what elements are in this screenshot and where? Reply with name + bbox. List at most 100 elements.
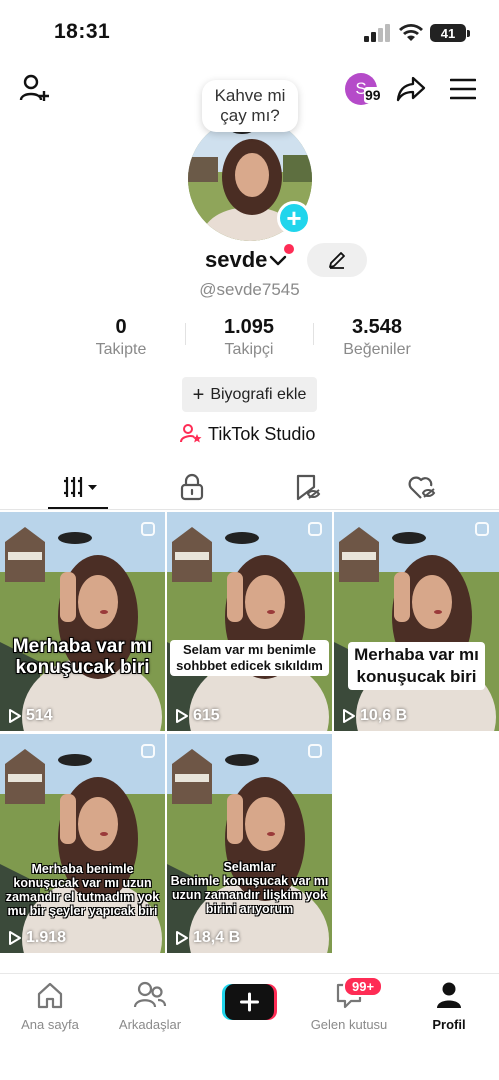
play-icon [343, 709, 355, 723]
note-bubble[interactable]: Kahve mi çay mı? [202, 80, 298, 132]
video-caption: Merhaba var mı konuşucak biri [0, 636, 165, 678]
tab-videos[interactable] [48, 470, 108, 504]
add-story-button[interactable]: + [277, 201, 311, 235]
nav-friends-label: Arkadaşlar [118, 1017, 182, 1032]
video-tile[interactable]: Merhaba var mı konuşucak biri 514 [0, 512, 165, 731]
tab-private[interactable] [162, 470, 222, 504]
menu-button[interactable] [448, 76, 478, 102]
nav-profile[interactable]: Profil [399, 980, 499, 1032]
view-count: 1.918 [8, 929, 66, 947]
video-thumbnail [0, 512, 165, 731]
add-bio-label: Biyografi ekle [210, 385, 307, 403]
add-friend-button[interactable] [18, 72, 52, 104]
nav-friends[interactable]: Arkadaşlar [100, 980, 200, 1032]
battery-cap [467, 30, 470, 37]
video-thumbnail [334, 512, 499, 731]
wifi-icon [399, 24, 423, 41]
view-count-value: 18,4 B [193, 929, 241, 946]
video-tile[interactable]: Selam var mı benimle sohbbet edicek sıkıl… [167, 512, 332, 731]
video-thumbnail [0, 734, 165, 953]
video-caption: Selam var mı benimle sohbbet edicek sıkıl… [167, 640, 332, 676]
followers-count: 1.095 [223, 316, 275, 338]
video-tile[interactable]: Selamlar Benimle konuşucak var mı uzun zam… [167, 734, 332, 953]
profile-icon [437, 982, 461, 1008]
tab-divider [0, 509, 499, 510]
caption-line: mu bir şeyler yapıcak biri [7, 904, 158, 918]
tiktok-studio-link[interactable]: TikTok Studio [180, 423, 315, 445]
hidden-favorites-icon [296, 474, 321, 501]
tab-liked[interactable] [392, 470, 452, 504]
video-caption: Merhaba benimle konuşucak var mı uzun zama… [0, 862, 165, 918]
view-count-value: 1.918 [26, 929, 67, 946]
share-profile-button[interactable] [395, 73, 427, 105]
video-caption: Selamlar Benimle konuşucak var mı uzun zam… [167, 860, 332, 916]
followers-label: Takipçi [224, 341, 274, 358]
edit-profile-button[interactable] [307, 243, 367, 277]
hamburger-menu-icon [450, 78, 476, 100]
play-icon [176, 709, 188, 723]
nav-divider [0, 973, 499, 974]
plus-icon: + [192, 383, 205, 406]
nav-home-label: Ana sayfa [21, 1017, 79, 1032]
video-tile[interactable]: Merhaba var mı konuşucak biri 10,6 B [334, 512, 499, 731]
note-line-2: çay mı? [220, 106, 280, 125]
likes-stat[interactable]: 3.548 Beğeniler [307, 316, 447, 359]
view-count-value: 10,6 B [360, 707, 408, 724]
following-label: Takipte [95, 341, 147, 358]
video-thumbnail [167, 734, 332, 953]
play-icon [9, 931, 21, 945]
profile-name: sevde [205, 247, 268, 272]
battery-indicator: 41 [430, 24, 466, 42]
nav-home[interactable]: Ana sayfa [0, 980, 100, 1032]
caption-box: Merhaba var mı konuşucak biri [348, 642, 485, 690]
view-count-value: 615 [193, 707, 220, 724]
tab-reposts[interactable] [278, 470, 338, 504]
cellular-signal-icon [364, 24, 390, 42]
select-checkbox-icon[interactable] [141, 522, 155, 536]
following-stat[interactable]: 0 Takipte [51, 316, 191, 359]
caption-line: Merhaba benimle [31, 862, 134, 876]
inbox-badge: 99+ [343, 976, 384, 997]
play-icon [176, 931, 188, 945]
create-video-button[interactable] [222, 984, 277, 1020]
select-checkbox-icon[interactable] [308, 744, 322, 758]
studio-person-star-icon [180, 424, 202, 443]
nav-profile-label: Profil [432, 1017, 466, 1032]
caption-line: zamandır el tutmadım yok [5, 890, 160, 904]
following-count: 0 [115, 316, 127, 338]
select-checkbox-icon[interactable] [308, 522, 322, 536]
select-checkbox-icon[interactable] [141, 744, 155, 758]
caption-line: Selam var mı benimle [183, 642, 316, 657]
video-tile[interactable]: Merhaba benimle konuşucak var mı uzun zama… [0, 734, 165, 953]
caption-line: konuşucak biri [15, 657, 150, 678]
pencil-icon [329, 252, 345, 269]
account-badge: 99 [364, 87, 382, 103]
add-bio-button[interactable]: + Biyografi ekle [182, 377, 317, 412]
caption-line: Merhaba var mı [12, 636, 153, 657]
caption-line: uzun zamandır ilişkim yok [172, 888, 327, 902]
note-line-1: Kahve mi [214, 86, 286, 105]
caption-box: Selam var mı benimle sohbbet edicek sıkıl… [170, 640, 329, 676]
view-count-value: 514 [26, 707, 53, 724]
view-count: 615 [175, 707, 220, 725]
caption-line: konuşucak var mı uzun [13, 876, 152, 890]
share-arrow-icon [396, 76, 426, 102]
notification-dot [284, 244, 294, 254]
hidden-heart-icon [408, 476, 436, 499]
select-checkbox-icon[interactable] [475, 522, 489, 536]
caption-line: Benimle konuşucak var mı [170, 874, 329, 888]
video-caption: Merhaba var mı konuşucak biri [334, 642, 499, 690]
caption-line: birini arıyorum [205, 902, 294, 916]
caption-line: sohbbet edicek sıkıldım [176, 658, 323, 673]
profile-handle: @sevde7545 [199, 280, 300, 299]
caption-line: Merhaba var mı [354, 645, 479, 664]
nav-inbox-label: Gelen kutusu [310, 1017, 388, 1032]
followers-stat[interactable]: 1.095 Takipçi [179, 316, 319, 359]
friends-icon [133, 981, 167, 1008]
caption-line: Selamlar [223, 860, 276, 874]
view-count: 18,4 B [175, 929, 240, 947]
home-icon [37, 982, 63, 1009]
tiktok-studio-label: TikTok Studio [208, 423, 316, 444]
video-thumbnail [167, 512, 332, 731]
view-count: 10,6 B [342, 707, 407, 725]
